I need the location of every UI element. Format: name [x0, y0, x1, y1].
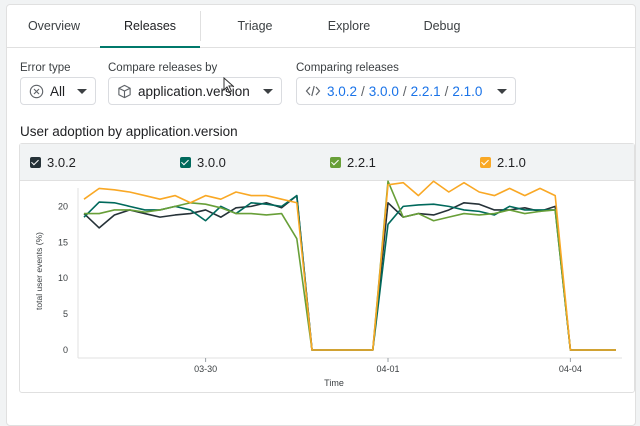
legend-label: 3.0.2	[47, 154, 76, 170]
releases-panel: Overview Releases Triage Explore Debug E…	[6, 4, 636, 426]
tab-overview[interactable]: Overview	[19, 5, 89, 47]
y-tick-label: 5	[63, 309, 68, 319]
chevron-down-icon	[77, 88, 87, 94]
series-line-2-1-0	[83, 180, 616, 351]
release-separator: /	[444, 83, 449, 99]
code-icon	[305, 84, 321, 98]
legend-item-3-0-0[interactable]: 3.0.0	[180, 144, 226, 180]
release-3-0-0: 3.0.0	[368, 83, 399, 99]
series-line-2-2-1	[84, 180, 616, 351]
compare-by-label: Compare releases by	[108, 62, 218, 74]
x-axis-title: Time	[324, 378, 344, 388]
tab-debug[interactable]: Debug	[405, 5, 479, 47]
release-2-1-0: 2.1.0	[452, 83, 483, 99]
line-chart: 0 5 10 15 20 03-30 04-01 04-04 Time total user ev…	[34, 180, 622, 388]
y-tick-label: 10	[58, 273, 68, 283]
release-2-2-1: 2.2.1	[410, 83, 441, 99]
user-adoption-chart: 3.0.2 3.0.0 2.2.1 2.1.0 0 5 10 15 20 03-30 04-…	[19, 143, 635, 393]
compare-by-select[interactable]: application.version	[108, 77, 282, 105]
mouse-cursor-icon	[223, 77, 235, 93]
series-line-3-0-0	[83, 194, 616, 351]
y-axis-title: total user events (%)	[34, 232, 44, 310]
x-tick-label: 04-04	[559, 364, 582, 374]
tab-bar: Overview Releases Triage Explore Debug	[7, 5, 635, 48]
comparing-releases-label: Comparing releases	[296, 62, 399, 74]
release-3-0-2: 3.0.2	[327, 83, 358, 99]
y-tick-label: 15	[58, 237, 68, 247]
series-line-3-0-2	[83, 194, 616, 351]
x-tick-label: 04-01	[376, 364, 399, 374]
checkbox-icon[interactable]	[30, 156, 41, 168]
release-separator: /	[402, 83, 407, 99]
chevron-down-icon	[497, 88, 507, 94]
x-tick-label: 03-30	[194, 364, 217, 374]
legend-label: 3.0.0	[197, 154, 226, 170]
checkbox-icon[interactable]	[180, 156, 191, 168]
release-separator: /	[361, 83, 365, 99]
cube-icon	[117, 84, 132, 99]
chart-legend: 3.0.2 3.0.0 2.2.1 2.1.0	[20, 144, 634, 181]
legend-item-2-1-0[interactable]: 2.1.0	[480, 144, 526, 180]
checkbox-icon[interactable]	[330, 156, 341, 168]
error-type-label: Error type	[20, 62, 71, 74]
tab-triage[interactable]: Triage	[217, 5, 293, 47]
tab-divider	[200, 11, 201, 41]
tab-explore[interactable]: Explore	[309, 5, 389, 47]
chevron-down-icon	[263, 88, 273, 94]
legend-label: 2.1.0	[497, 154, 526, 170]
section-title: User adoption by application.version	[20, 124, 238, 139]
checkbox-icon[interactable]	[480, 156, 491, 168]
cancel-circle-icon	[29, 84, 44, 99]
tab-releases[interactable]: Releases	[100, 5, 200, 48]
error-type-select[interactable]: All	[20, 77, 96, 105]
legend-item-2-2-1[interactable]: 2.2.1	[330, 144, 376, 180]
y-tick-label: 0	[63, 345, 68, 355]
legend-label: 2.2.1	[347, 154, 376, 170]
y-tick-label: 20	[58, 201, 68, 211]
legend-item-3-0-2[interactable]: 3.0.2	[30, 144, 76, 180]
error-type-value: All	[50, 83, 66, 99]
comparing-releases-select[interactable]: 3.0.2 / 3.0.0 / 2.2.1 / 2.1.0	[296, 77, 516, 105]
